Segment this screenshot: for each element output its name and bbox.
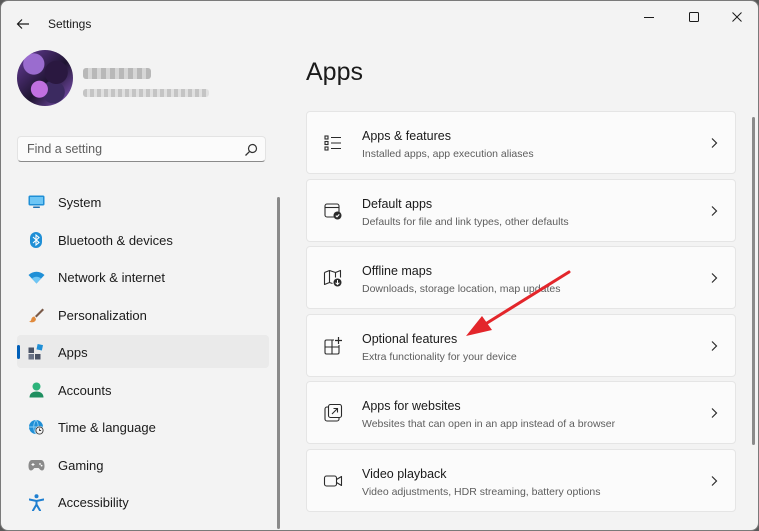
card-title: Offline maps (362, 264, 432, 279)
sidebar-item-gaming[interactable]: Gaming (17, 448, 269, 481)
sidebar-nav: System Bluetooth & devices Network & int… (17, 185, 269, 523)
card-subtitle: Video adjustments, HDR streaming, batter… (362, 485, 601, 498)
card-video-playback[interactable]: Video playback Video adjustments, HDR st… (306, 448, 736, 512)
sidebar-item-personalization[interactable]: Personalization (17, 298, 269, 331)
card-subtitle: Websites that can open in an app instead… (362, 418, 616, 431)
card-subtitle: Defaults for file and link types, other … (362, 215, 569, 228)
list-icon (324, 135, 341, 151)
sidebar-item-accounts[interactable]: Accounts (17, 373, 269, 406)
title-bar: Settings (1, 1, 758, 47)
sidebar-item-label: Gaming (58, 457, 104, 473)
app-title: Settings (48, 17, 92, 31)
card-title: Optional features (362, 331, 458, 346)
sidebar-item-label: Personalization (58, 307, 147, 323)
close-icon (732, 12, 742, 22)
monitor-icon (27, 193, 45, 211)
chevron-right-icon (711, 205, 718, 216)
card-title: Apps & features (362, 129, 451, 143)
card-default-apps[interactable]: Default apps Defaults for file and link … (306, 178, 736, 242)
wifi-icon (27, 268, 45, 286)
card-subtitle: Downloads, storage location, map updates (362, 283, 561, 296)
sidebar-item-time-language[interactable]: Time & language (17, 410, 269, 443)
bluetooth-icon (27, 231, 45, 249)
sidebar-item-system[interactable]: System (17, 185, 269, 218)
open-link-icon (324, 404, 343, 422)
page-title: Apps (306, 58, 363, 86)
settings-window: Settings System (1, 1, 758, 530)
card-title: Video playback (362, 466, 447, 481)
apps-icon (27, 343, 45, 361)
sidebar-item-label: Accessibility (58, 495, 129, 510)
card-apps-features[interactable]: Apps & features Installed apps, app exec… (306, 111, 736, 174)
card-title: Default apps (362, 196, 433, 211)
close-button[interactable] (717, 5, 757, 29)
accessibility-icon (27, 493, 45, 511)
card-subtitle: Installed apps, app execution aliases (362, 148, 534, 160)
search-box[interactable] (17, 136, 266, 162)
sidebar-item-label: Apps (58, 345, 88, 360)
chevron-right-icon (711, 138, 718, 148)
card-optional-features[interactable]: Optional features Extra functionality fo… (306, 313, 736, 377)
card-apps-for-websites[interactable]: Apps for websites Websites that can open… (306, 381, 736, 445)
chevron-right-icon (711, 408, 718, 419)
chevron-right-icon (711, 340, 718, 351)
sidebar-scrollbar[interactable] (277, 197, 280, 529)
chevron-right-icon (711, 273, 718, 284)
person-icon (27, 381, 45, 399)
map-icon (323, 270, 342, 287)
brush-icon (27, 306, 45, 324)
sidebar-item-label: Network & internet (58, 270, 165, 285)
card-offline-maps[interactable]: Offline maps Downloads, storage location… (306, 246, 736, 310)
sidebar-item-bluetooth[interactable]: Bluetooth & devices (17, 223, 269, 256)
sidebar-item-network[interactable]: Network & internet (17, 260, 269, 293)
main-scrollbar[interactable] (752, 117, 755, 445)
avatar[interactable] (17, 50, 73, 106)
back-arrow-icon (16, 19, 29, 29)
selection-indicator (17, 345, 20, 359)
maximize-button[interactable] (674, 5, 714, 29)
settings-card-list: Apps & features Installed apps, app exec… (306, 111, 736, 517)
chevron-right-icon (711, 476, 718, 486)
sidebar-item-label: Bluetooth & devices (58, 232, 173, 248)
search-icon[interactable] (243, 142, 259, 158)
user-email-blurred (83, 89, 209, 97)
sidebar-item-accessibility[interactable]: Accessibility (17, 485, 269, 518)
minimize-button[interactable] (629, 5, 669, 29)
card-subtitle: Extra functionality for your device (362, 350, 517, 363)
video-icon (323, 475, 343, 487)
sidebar-item-label: System (58, 195, 102, 210)
minimize-icon (644, 17, 654, 18)
gamepad-icon (27, 456, 45, 474)
maximize-icon (689, 12, 699, 22)
sidebar-item-label: Time & language (58, 420, 156, 435)
back-button[interactable] (11, 13, 35, 35)
default-apps-icon (324, 203, 342, 220)
user-name-blurred (83, 68, 151, 79)
search-input[interactable] (27, 141, 232, 157)
sidebar-item-apps[interactable]: Apps (17, 335, 269, 368)
globe-clock-icon (27, 418, 45, 436)
card-title: Apps for websites (362, 399, 461, 414)
optional-features-icon (324, 335, 343, 355)
sidebar-item-label: Accounts (58, 382, 112, 398)
